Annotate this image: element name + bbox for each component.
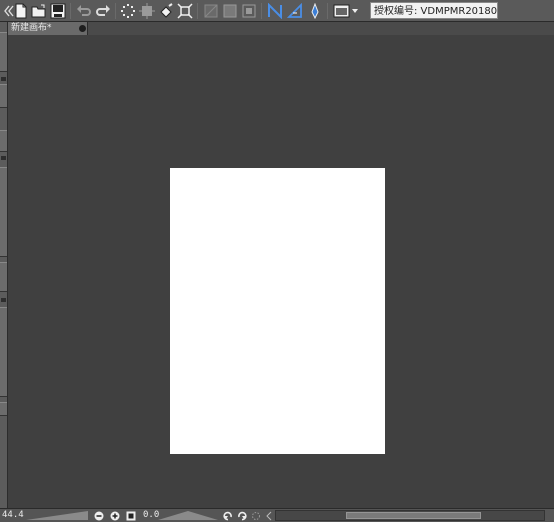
- main-toolbar: 授权编号: VDMPMR201801365: [0, 0, 554, 22]
- reset-rotation-icon[interactable]: [251, 511, 261, 521]
- panel-dock-7[interactable]: [0, 402, 7, 416]
- transform-icon[interactable]: [138, 2, 156, 20]
- fill-bucket-icon[interactable]: [157, 2, 175, 20]
- grid-a-icon[interactable]: [202, 2, 220, 20]
- tab-new-canvas[interactable]: 新建画布*: [8, 22, 88, 35]
- pen-path-icon[interactable]: [266, 2, 284, 20]
- select-scatter-icon[interactable]: [119, 2, 137, 20]
- rotation-value[interactable]: 0.0: [143, 509, 159, 522]
- panel-dock-3[interactable]: [0, 130, 7, 152]
- panel-dock-1[interactable]: [0, 32, 7, 72]
- rotation-slider[interactable]: [158, 510, 218, 521]
- fit-view-icon[interactable]: [126, 511, 136, 521]
- panel-dock-4[interactable]: [0, 167, 7, 257]
- save-icon[interactable]: [49, 2, 67, 20]
- document-tabbar: 新建画布*: [8, 22, 554, 35]
- tab-label: 新建画布*: [11, 23, 52, 33]
- open-folder-icon[interactable]: [30, 2, 48, 20]
- rotate-left-icon[interactable]: [223, 511, 233, 521]
- grid-c-icon[interactable]: [240, 2, 258, 20]
- new-file-icon[interactable]: [12, 2, 30, 20]
- license-number: 授权编号: VDMPMR201801365: [370, 2, 498, 19]
- fit-frame-icon[interactable]: [176, 2, 194, 20]
- tab-close-icon[interactable]: [79, 25, 86, 32]
- panel-dock-5[interactable]: [0, 262, 7, 292]
- zoom-value[interactable]: 44.4: [2, 509, 24, 522]
- view-dropdown-icon[interactable]: [333, 2, 361, 20]
- panel-grip-2[interactable]: [1, 156, 6, 160]
- panel-dock-2[interactable]: [0, 84, 7, 108]
- horizontal-scrollbar[interactable]: [275, 510, 545, 521]
- panel-grip-3[interactable]: [1, 298, 6, 302]
- zoom-slider[interactable]: [26, 510, 88, 521]
- triangle-tool-icon[interactable]: [286, 2, 304, 20]
- redo-icon[interactable]: [94, 2, 112, 20]
- zoom-in-icon[interactable]: [110, 511, 120, 521]
- blank-canvas-paper[interactable]: [170, 168, 385, 454]
- scrollbar-thumb[interactable]: [346, 512, 481, 519]
- panel-grip-1[interactable]: [1, 77, 6, 81]
- pen-nib-icon[interactable]: [306, 2, 324, 20]
- panel-dock-6[interactable]: [0, 307, 7, 397]
- status-bar: 44.4 0.0: [0, 508, 554, 522]
- grid-b-icon[interactable]: [221, 2, 239, 20]
- rotate-right-icon[interactable]: [237, 511, 247, 521]
- canvas-area[interactable]: [8, 35, 554, 510]
- undo-icon[interactable]: [75, 2, 93, 20]
- left-panel-strip[interactable]: [0, 22, 8, 510]
- scroll-left-icon[interactable]: [265, 511, 275, 521]
- zoom-out-icon[interactable]: [94, 511, 104, 521]
